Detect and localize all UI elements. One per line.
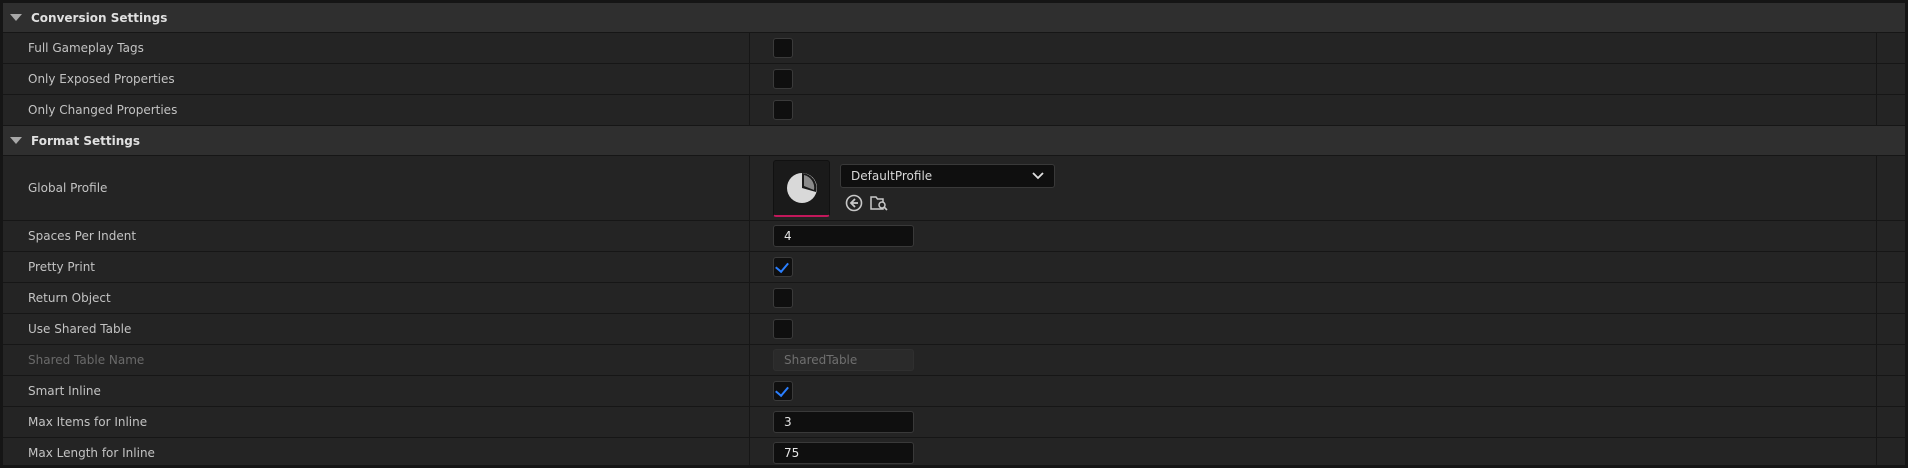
profile-asset-icon [786, 172, 817, 203]
property-row-max-length-for-inline: Max Length for Inline 75 [3, 438, 1905, 465]
property-row-return-object: Return Object [3, 283, 1905, 314]
max-length-for-inline-input[interactable]: 75 [773, 442, 914, 464]
category-format-settings[interactable]: Format Settings [3, 126, 1905, 156]
property-label: Global Profile [3, 156, 750, 220]
category-title: Format Settings [31, 133, 141, 148]
category-title: Conversion Settings [31, 10, 168, 25]
property-label: Full Gameplay Tags [3, 33, 750, 63]
property-label: Shared Table Name [3, 345, 750, 375]
shared-table-name-input: SharedTable [773, 349, 914, 371]
spaces-per-indent-input[interactable]: 4 [773, 225, 914, 247]
property-label: Return Object [3, 283, 750, 313]
caret-down-icon[interactable] [10, 14, 22, 21]
return-object-checkbox[interactable] [773, 288, 793, 308]
only-changed-properties-checkbox[interactable] [773, 100, 793, 120]
global-profile-combo[interactable]: DefaultProfile [840, 164, 1055, 188]
property-row-spaces-per-indent: Spaces Per Indent 4 [3, 221, 1905, 252]
use-shared-table-checkbox[interactable] [773, 319, 793, 339]
asset-thumbnail[interactable] [773, 159, 830, 217]
max-items-for-inline-input[interactable]: 3 [773, 411, 914, 433]
browse-to-asset-icon[interactable] [845, 194, 863, 212]
property-label: Pretty Print [3, 252, 750, 282]
property-row-full-gameplay-tags: Full Gameplay Tags [3, 33, 1905, 64]
property-label: Smart Inline [3, 376, 750, 406]
property-row-shared-table-name: Shared Table Name SharedTable [3, 345, 1905, 376]
chevron-down-icon [1032, 172, 1044, 180]
only-exposed-properties-checkbox[interactable] [773, 69, 793, 89]
find-in-content-browser-icon[interactable] [869, 194, 889, 212]
property-label: Only Changed Properties [3, 95, 750, 125]
smart-inline-checkbox[interactable] [773, 381, 793, 401]
property-row-max-items-for-inline: Max Items for Inline 3 [3, 407, 1905, 438]
details-panel: Conversion Settings Full Gameplay Tags O… [3, 3, 1905, 465]
property-row-global-profile: Global Profile DefaultProfile [3, 156, 1905, 221]
property-row-smart-inline: Smart Inline [3, 376, 1905, 407]
property-label: Only Exposed Properties [3, 64, 750, 94]
property-label: Max Items for Inline [3, 407, 750, 437]
caret-down-icon[interactable] [10, 137, 22, 144]
property-label: Use Shared Table [3, 314, 750, 344]
property-row-use-shared-table: Use Shared Table [3, 314, 1905, 345]
full-gameplay-tags-checkbox[interactable] [773, 38, 793, 58]
property-row-pretty-print: Pretty Print [3, 252, 1905, 283]
pretty-print-checkbox[interactable] [773, 257, 793, 277]
property-row-only-changed-properties: Only Changed Properties [3, 95, 1905, 126]
property-label: Max Length for Inline [3, 438, 750, 465]
category-conversion-settings[interactable]: Conversion Settings [3, 3, 1905, 33]
property-label: Spaces Per Indent [3, 221, 750, 251]
combo-value: DefaultProfile [851, 169, 933, 183]
property-row-only-exposed-properties: Only Exposed Properties [3, 64, 1905, 95]
